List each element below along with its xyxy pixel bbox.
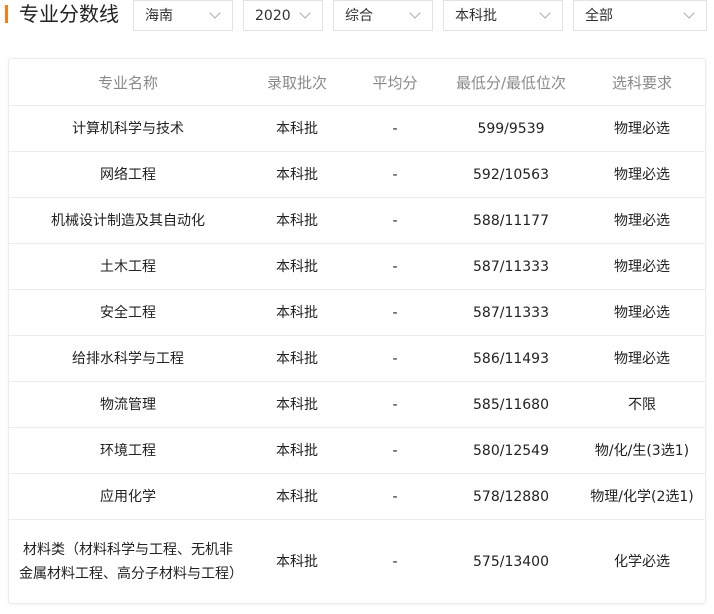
table-row: 应用化学 本科批 - 578/12880 物理/化学(2选1) xyxy=(9,473,705,520)
average-score: - xyxy=(347,151,443,198)
subject-type-select[interactable]: 综合 xyxy=(333,0,433,31)
score-table-card: 专业名称 录取批次 平均分 最低分/最低位次 选科要求 计算机科学与技术 本科批… xyxy=(8,58,706,604)
table-row: 网络工程 本科批 - 592/10563 物理必选 xyxy=(9,151,705,198)
major-name: 应用化学 xyxy=(9,473,247,520)
batch: 本科批 xyxy=(247,335,347,382)
category-select-value: 全部 xyxy=(585,8,613,24)
major-name: 土木工程 xyxy=(9,243,247,290)
batch-select-value: 本科批 xyxy=(455,8,497,24)
table-header-row: 专业名称 录取批次 平均分 最低分/最低位次 选科要求 xyxy=(9,59,705,106)
table-row: 环境工程 本科批 - 580/12549 物/化/生(3选1) xyxy=(9,427,705,474)
subject-requirement: 化学必选 xyxy=(614,554,670,570)
province-select-value: 海南 xyxy=(145,8,173,24)
min-score-rank: 592/10563 xyxy=(443,151,579,198)
average-score: - xyxy=(347,289,443,336)
major-name: 安全工程 xyxy=(9,289,247,336)
major-name: 给排水科学与工程 xyxy=(9,335,247,382)
average-score: - xyxy=(347,243,443,290)
batch: 本科批 xyxy=(247,105,347,152)
batch-select[interactable]: 本科批 xyxy=(443,0,563,31)
year-select[interactable]: 2020 xyxy=(243,0,323,31)
subject-requirement: 物理必选 xyxy=(579,289,705,336)
column-header-major: 专业名称 xyxy=(9,59,247,106)
subject-requirement: 物理必选 xyxy=(579,243,705,290)
column-header-min-score-rank: 最低分/最低位次 xyxy=(443,59,579,106)
title-bar: 专业分数线 海南 2020 综合 本科批 全部 xyxy=(0,0,714,34)
major-name: 材料类（材料科学与工程、无机非金属材料工程、高分子材料与工程） xyxy=(19,542,243,582)
min-score-rank: 587/11333 xyxy=(443,243,579,290)
subject-requirement: 物理/化学(2选1) xyxy=(579,473,705,520)
batch: 本科批 xyxy=(247,473,347,520)
min-score-rank: 580/12549 xyxy=(443,427,579,474)
chevron-down-icon xyxy=(683,7,695,19)
batch: 本科批 xyxy=(247,427,347,474)
subject-requirement: 物/化/生(3选1) xyxy=(579,427,705,474)
average-score: - xyxy=(392,554,398,570)
major-name: 计算机科学与技术 xyxy=(9,105,247,152)
table-row: 土木工程 本科批 - 587/11333 物理必选 xyxy=(9,243,705,290)
major-name: 机械设计制造及其自动化 xyxy=(9,197,247,244)
score-table: 专业名称 录取批次 平均分 最低分/最低位次 选科要求 计算机科学与技术 本科批… xyxy=(9,59,705,604)
major-name: 物流管理 xyxy=(9,381,247,428)
subject-requirement: 不限 xyxy=(579,381,705,428)
major-name: 网络工程 xyxy=(9,151,247,198)
table-row: 给排水科学与工程 本科批 - 586/11493 物理必选 xyxy=(9,335,705,382)
subject-type-select-value: 综合 xyxy=(345,8,373,24)
table-row: 计算机科学与技术 本科批 - 599/9539 物理必选 xyxy=(9,105,705,152)
batch: 本科批 xyxy=(247,381,347,428)
table-row: 机械设计制造及其自动化 本科批 - 588/11177 物理必选 xyxy=(9,197,705,244)
year-select-value: 2020 xyxy=(255,8,291,24)
column-header-batch: 录取批次 xyxy=(247,59,347,106)
average-score: - xyxy=(347,335,443,382)
table-row: 安全工程 本科批 - 587/11333 物理必选 xyxy=(9,289,705,336)
batch: 本科批 xyxy=(247,197,347,244)
min-score-rank: 599/9539 xyxy=(443,105,579,152)
min-score-rank: 587/11333 xyxy=(443,289,579,336)
category-select[interactable]: 全部 xyxy=(573,0,707,31)
batch: 本科批 xyxy=(247,151,347,198)
column-header-average: 平均分 xyxy=(347,59,443,106)
average-score: - xyxy=(347,197,443,244)
batch: 本科批 xyxy=(247,289,347,336)
chevron-down-icon xyxy=(409,7,421,19)
subject-requirement: 物理必选 xyxy=(579,151,705,198)
min-score-rank: 578/12880 xyxy=(443,473,579,520)
chevron-down-icon xyxy=(209,7,221,19)
chevron-down-icon xyxy=(539,7,551,19)
subject-requirement: 物理必选 xyxy=(579,197,705,244)
batch: 本科批 xyxy=(276,554,318,570)
major-name: 环境工程 xyxy=(9,427,247,474)
table-row: 物流管理 本科批 - 585/11680 不限 xyxy=(9,381,705,428)
average-score: - xyxy=(347,381,443,428)
province-select[interactable]: 海南 xyxy=(133,0,233,31)
chevron-down-icon xyxy=(299,7,311,19)
subject-requirement: 物理必选 xyxy=(579,105,705,152)
title-accent-bar xyxy=(5,5,8,23)
min-score-rank: 585/11680 xyxy=(443,381,579,428)
min-score-rank: 575/13400 xyxy=(473,554,549,570)
subject-requirement: 物理必选 xyxy=(579,335,705,382)
average-score: - xyxy=(347,105,443,152)
batch: 本科批 xyxy=(247,243,347,290)
table-row: 材料类（材料科学与工程、无机非金属材料工程、高分子材料与工程） 本科批 - 57… xyxy=(9,520,705,605)
average-score: - xyxy=(347,473,443,520)
column-header-subject-requirement: 选科要求 xyxy=(579,59,705,106)
min-score-rank: 588/11177 xyxy=(443,197,579,244)
average-score: - xyxy=(347,427,443,474)
min-score-rank: 586/11493 xyxy=(443,335,579,382)
page-title: 专业分数线 xyxy=(19,2,119,26)
